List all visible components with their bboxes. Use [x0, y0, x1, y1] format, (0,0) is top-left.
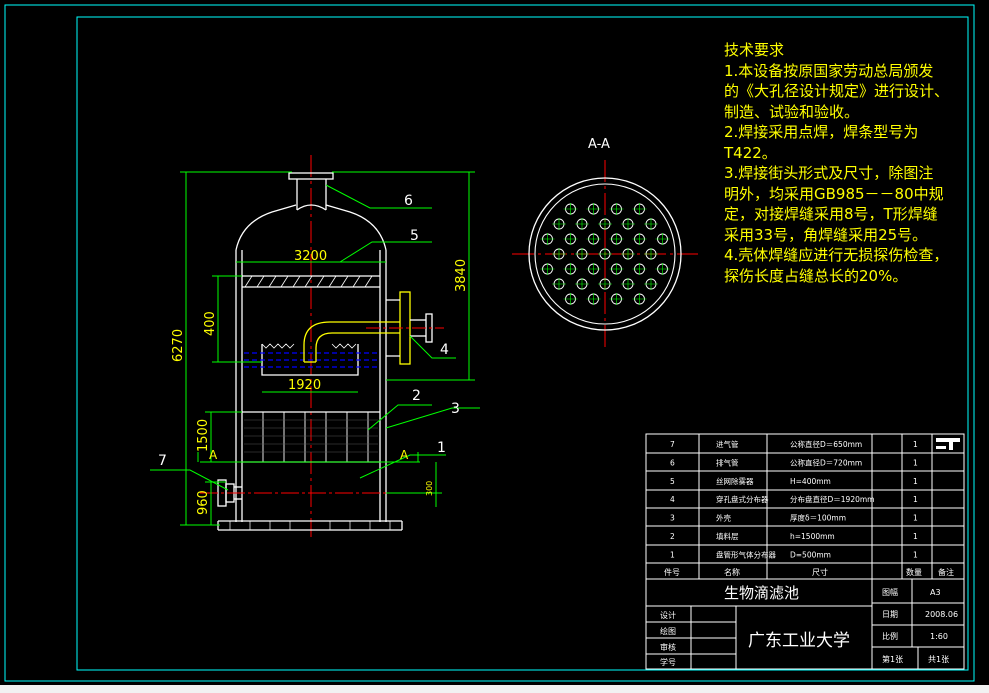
balloon-6: 6	[404, 193, 413, 209]
dim-6270: 6270	[171, 329, 186, 362]
value-date: 2008.06	[925, 610, 958, 619]
label-size: 图幅	[882, 587, 898, 597]
dim-400: 400	[203, 311, 218, 336]
notes-line: T422。	[724, 143, 777, 162]
parts-cell: 盘管形气体分布器	[716, 549, 776, 559]
notes-heading: 技术要求	[724, 41, 785, 59]
dim-1920: 1920	[288, 378, 321, 393]
parts-header-no: 件号	[664, 567, 680, 577]
notes-line: 4.壳体焊缝应进行无损探伤检查，	[724, 246, 949, 264]
role-drawing: 绘图	[660, 626, 676, 636]
balloon-7: 7	[158, 453, 167, 469]
school-name: 广东工业大学	[748, 631, 850, 651]
notes-line: 制造、试验和验收。	[724, 102, 860, 121]
parts-cell: H=400mm	[790, 477, 831, 486]
parts-header-note: 备注	[938, 567, 954, 577]
dim-300: 300	[425, 481, 434, 496]
balloon-1: 1	[437, 440, 446, 456]
parts-cell: 3	[670, 514, 675, 523]
dim-3200: 3200	[294, 249, 327, 264]
role-review: 审核	[660, 642, 676, 652]
notes-line: 明外，均采用GB985－－80中规	[724, 184, 944, 203]
parts-cell: 排气管	[716, 457, 739, 467]
parts-cell: 填料层	[716, 531, 739, 541]
balloon-5: 5	[410, 228, 419, 244]
value-size: A3	[930, 588, 941, 597]
parts-cell: D=500mm	[790, 550, 831, 559]
role-id: 学号	[660, 657, 676, 667]
parts-cell: 外壳	[716, 513, 731, 523]
parts-cell: 公称直径D＝650mm	[790, 439, 862, 449]
parts-cell: 1	[913, 477, 918, 486]
parts-cell: 1	[913, 440, 918, 449]
label-total: 共1张	[928, 655, 949, 664]
balloon-3: 3	[451, 401, 460, 417]
parts-cell: 2	[670, 532, 675, 541]
parts-header-name: 名称	[724, 567, 740, 577]
notes-line: 采用33号，角焊缝采用25号。	[724, 225, 928, 244]
parts-cell: 1	[670, 550, 675, 559]
notes-line: 探伤长度占缝总长的20%。	[724, 266, 908, 285]
parts-cell: 1	[913, 458, 918, 467]
label-scale: 比例	[882, 631, 898, 641]
notes-line: 2.焊接采用点焊，焊条型号为	[724, 123, 919, 141]
parts-cell: 穿孔盘式分布器	[716, 494, 769, 504]
section-aa-label: A-A	[588, 137, 610, 152]
notes-line: 的《大孔径设计规定》进行设计、	[724, 82, 950, 100]
parts-cell: 5	[670, 477, 675, 486]
notes-line: 定，对接焊缝采用8号，T形焊缝	[724, 205, 938, 223]
label-date: 日期	[882, 610, 898, 619]
parts-cell: 丝网除雾器	[716, 476, 754, 486]
label-sheet: 第1张	[882, 654, 903, 664]
parts-cell: 1	[913, 495, 918, 504]
parts-cell: 6	[670, 458, 675, 467]
section-mark-right: A	[400, 448, 409, 462]
dim-3840: 3840	[454, 259, 469, 292]
role-design: 设计	[660, 610, 676, 620]
parts-header-spec: 尺寸	[812, 567, 828, 577]
project-title: 生物滴滤池	[724, 584, 799, 602]
parts-cell: 1	[913, 550, 918, 559]
notes-line: 3.焊接街头形式及尺寸，除图注	[724, 164, 934, 182]
status-bar	[0, 685, 989, 693]
balloon-4: 4	[440, 342, 449, 358]
balloon-2: 2	[412, 388, 421, 404]
parts-cell: 1	[913, 514, 918, 523]
section-mark-left: A	[209, 448, 218, 462]
technical-requirements: 技术要求 1.本设备按原国家劳动总局颁发 的《大孔径设计规定》进行设计、 制造、…	[724, 40, 974, 286]
value-scale: 1:60	[930, 632, 948, 641]
parts-cell: 4	[670, 495, 675, 504]
parts-header-qty: 数量	[906, 567, 922, 577]
parts-cell: 进气管	[716, 439, 739, 449]
parts-cell: 分布盘直径D＝1920mm	[790, 494, 874, 504]
parts-cell: 1	[913, 532, 918, 541]
parts-cell: 厚度δ＝100mm	[790, 513, 846, 523]
dim-960: 960	[196, 490, 211, 515]
parts-cell: 公称直径D＝720mm	[790, 457, 862, 467]
parts-cell: h=1500mm	[790, 532, 835, 541]
parts-cell: 7	[670, 440, 675, 449]
notes-line: 1.本设备按原国家劳动总局颁发	[724, 61, 934, 80]
